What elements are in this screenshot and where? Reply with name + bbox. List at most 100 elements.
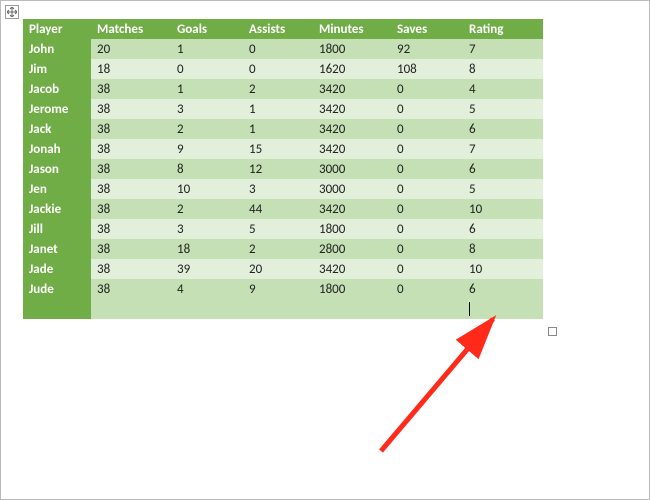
cell-matches[interactable]: 38 <box>91 259 171 279</box>
cell-goals[interactable]: 2 <box>171 119 243 139</box>
cell-minutes[interactable]: 3420 <box>313 139 391 159</box>
table-move-handle-icon[interactable] <box>5 5 19 19</box>
player-name[interactable]: Jerome <box>23 99 91 119</box>
cell-rating[interactable]: 8 <box>463 239 543 259</box>
col-header-minutes[interactable]: Minutes <box>313 19 391 39</box>
data-table[interactable]: Player Matches Goals Assists Minutes Sav… <box>23 19 543 319</box>
player-name[interactable]: John <box>23 39 91 59</box>
cell-matches[interactable]: 38 <box>91 159 171 179</box>
empty-cell[interactable] <box>463 299 543 319</box>
col-header-rating[interactable]: Rating <box>463 19 543 39</box>
cell-minutes[interactable]: 3420 <box>313 259 391 279</box>
cell-assists[interactable]: 9 <box>243 279 313 299</box>
cell-minutes[interactable]: 3420 <box>313 199 391 219</box>
cell-rating[interactable]: 10 <box>463 199 543 219</box>
player-name[interactable]: Jack <box>23 119 91 139</box>
cell-assists[interactable]: 0 <box>243 39 313 59</box>
cell-saves[interactable]: 0 <box>391 199 463 219</box>
cell-minutes[interactable]: 1800 <box>313 279 391 299</box>
cell-minutes[interactable]: 1620 <box>313 59 391 79</box>
cell-rating[interactable]: 4 <box>463 79 543 99</box>
cell-assists[interactable]: 1 <box>243 99 313 119</box>
cell-saves[interactable]: 0 <box>391 79 463 99</box>
cell-saves[interactable]: 0 <box>391 179 463 199</box>
cell-goals[interactable]: 39 <box>171 259 243 279</box>
player-name[interactable]: Jackie <box>23 199 91 219</box>
cell-matches[interactable]: 18 <box>91 59 171 79</box>
player-name[interactable]: Jade <box>23 259 91 279</box>
cell-matches[interactable]: 38 <box>91 79 171 99</box>
player-name[interactable]: Jen <box>23 179 91 199</box>
cell-minutes[interactable]: 3420 <box>313 79 391 99</box>
empty-cell[interactable] <box>171 299 243 319</box>
cell-saves[interactable]: 0 <box>391 219 463 239</box>
cell-saves[interactable]: 0 <box>391 159 463 179</box>
cell-matches[interactable]: 20 <box>91 39 171 59</box>
cell-assists[interactable]: 20 <box>243 259 313 279</box>
cell-rating[interactable]: 6 <box>463 219 543 239</box>
cell-saves[interactable]: 108 <box>391 59 463 79</box>
player-name[interactable]: Jason <box>23 159 91 179</box>
cell-assists[interactable]: 12 <box>243 159 313 179</box>
cell-minutes[interactable]: 3000 <box>313 159 391 179</box>
player-name[interactable]: Jill <box>23 219 91 239</box>
cell-rating[interactable]: 7 <box>463 139 543 159</box>
player-name[interactable]: Jonah <box>23 139 91 159</box>
cell-assists[interactable]: 0 <box>243 59 313 79</box>
cell-goals[interactable]: 3 <box>171 219 243 239</box>
cell-assists[interactable]: 44 <box>243 199 313 219</box>
cell-goals[interactable]: 1 <box>171 39 243 59</box>
cell-goals[interactable]: 0 <box>171 59 243 79</box>
table-resize-handle-icon[interactable] <box>548 327 557 336</box>
cell-rating[interactable]: 7 <box>463 39 543 59</box>
cell-goals[interactable]: 2 <box>171 199 243 219</box>
cell-assists[interactable]: 1 <box>243 119 313 139</box>
cell-minutes[interactable]: 1800 <box>313 39 391 59</box>
cell-rating[interactable]: 5 <box>463 179 543 199</box>
player-name[interactable]: Janet <box>23 239 91 259</box>
cell-assists[interactable]: 3 <box>243 179 313 199</box>
cell-matches[interactable]: 38 <box>91 99 171 119</box>
cell-minutes[interactable]: 3000 <box>313 179 391 199</box>
cell-minutes[interactable]: 3420 <box>313 99 391 119</box>
empty-cell[interactable] <box>243 299 313 319</box>
col-header-matches[interactable]: Matches <box>91 19 171 39</box>
cell-goals[interactable]: 18 <box>171 239 243 259</box>
cell-saves[interactable]: 0 <box>391 139 463 159</box>
cell-matches[interactable]: 38 <box>91 239 171 259</box>
cell-rating[interactable]: 8 <box>463 59 543 79</box>
cell-matches[interactable]: 38 <box>91 139 171 159</box>
cell-rating[interactable]: 6 <box>463 159 543 179</box>
empty-cell[interactable] <box>91 299 171 319</box>
cell-matches[interactable]: 38 <box>91 179 171 199</box>
empty-cell[interactable] <box>313 299 391 319</box>
cell-saves[interactable]: 92 <box>391 39 463 59</box>
player-name-empty[interactable] <box>23 299 91 319</box>
col-header-player[interactable]: Player <box>23 19 91 39</box>
cell-goals[interactable]: 4 <box>171 279 243 299</box>
cell-minutes[interactable]: 1800 <box>313 219 391 239</box>
cell-goals[interactable]: 10 <box>171 179 243 199</box>
cell-saves[interactable]: 0 <box>391 99 463 119</box>
cell-rating[interactable]: 10 <box>463 259 543 279</box>
empty-cell[interactable] <box>391 299 463 319</box>
cell-assists[interactable]: 15 <box>243 139 313 159</box>
cell-matches[interactable]: 38 <box>91 279 171 299</box>
cell-goals[interactable]: 3 <box>171 99 243 119</box>
cell-minutes[interactable]: 2800 <box>313 239 391 259</box>
cell-assists[interactable]: 2 <box>243 239 313 259</box>
player-name[interactable]: Jim <box>23 59 91 79</box>
cell-goals[interactable]: 1 <box>171 79 243 99</box>
cell-minutes[interactable]: 3420 <box>313 119 391 139</box>
cell-rating[interactable]: 5 <box>463 99 543 119</box>
cell-assists[interactable]: 5 <box>243 219 313 239</box>
player-name[interactable]: Jacob <box>23 79 91 99</box>
cell-matches[interactable]: 38 <box>91 199 171 219</box>
cell-matches[interactable]: 38 <box>91 219 171 239</box>
cell-rating[interactable]: 6 <box>463 119 543 139</box>
cell-saves[interactable]: 0 <box>391 279 463 299</box>
col-header-assists[interactable]: Assists <box>243 19 313 39</box>
cell-goals[interactable]: 9 <box>171 139 243 159</box>
cell-goals[interactable]: 8 <box>171 159 243 179</box>
col-header-saves[interactable]: Saves <box>391 19 463 39</box>
